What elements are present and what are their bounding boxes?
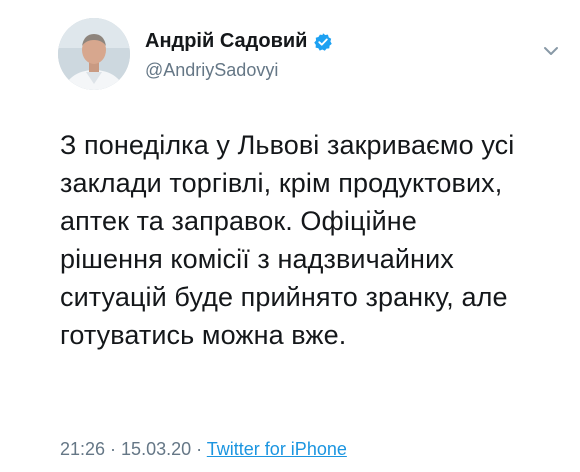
tweet-time[interactable]: 21:26	[60, 439, 105, 459]
tweet-meta: 21:26 · 15.03.20 · Twitter for iPhone	[60, 439, 347, 460]
verified-badge-icon	[313, 32, 333, 52]
tweet-text-line: аптек та заправок. Офіційне	[60, 206, 417, 236]
tweet-text-line: ситуацій буде прийнято зранку, але	[60, 282, 508, 312]
tweet-card: Андрій Садовий @AndriySadovyi З понеділк…	[0, 0, 580, 472]
tweet-text-line: рішення комісії з надзвичайних	[60, 244, 454, 274]
tweet-source-link[interactable]: Twitter for iPhone	[207, 439, 347, 459]
tweet-text-line: заклади торгівлі, крім продуктових,	[60, 168, 503, 198]
tweet-text: З понеділка у Львові закриваємо усі закл…	[60, 126, 560, 354]
meta-separator: ·	[191, 439, 207, 459]
tweet-text-line: З понеділка у Львові закриваємо усі	[60, 130, 515, 160]
avatar[interactable]	[58, 18, 130, 90]
author-name[interactable]: Андрій Садовий	[145, 30, 333, 53]
chevron-down-icon[interactable]	[540, 40, 562, 62]
tweet-text-line: готуватись можна вже.	[60, 320, 347, 350]
meta-separator: ·	[105, 439, 122, 459]
author-handle[interactable]: @AndriySadovyi	[145, 60, 278, 81]
avatar-image	[58, 18, 130, 90]
tweet-date[interactable]: 15.03.20	[121, 439, 191, 459]
author-name-text: Андрій Садовий	[145, 30, 308, 52]
